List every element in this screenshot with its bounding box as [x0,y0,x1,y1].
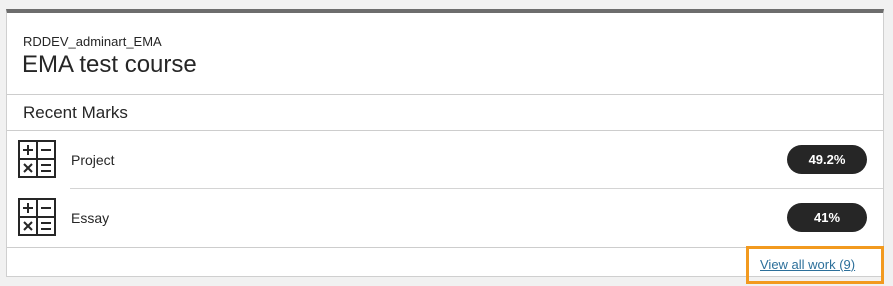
mark-value-badge: 41% [787,203,867,232]
course-header: RDDEV_adminart_EMA EMA test course [7,13,883,95]
calculator-operations-icon [18,198,56,236]
course-title[interactable]: EMA test course [22,51,197,79]
course-id: RDDEV_adminart_EMA [23,34,162,49]
mark-row-project[interactable]: Project 49.2% [7,131,883,189]
recent-marks-list: Project 49.2% Essay 41% [7,131,883,248]
course-card: RDDEV_adminart_EMA EMA test course Recen… [6,9,884,284]
card-footer: View all work (9) [7,246,884,284]
view-all-focus-highlight: View all work (9) [746,246,884,284]
recent-marks-title: Recent Marks [23,103,128,122]
view-all-work-link[interactable]: View all work (9) [760,257,855,272]
mark-item-label: Project [71,152,115,168]
mark-value-badge: 49.2% [787,145,867,174]
recent-marks-header: Recent Marks [7,95,883,131]
mark-row-essay[interactable]: Essay 41% [7,189,883,247]
mark-item-label: Essay [71,210,110,226]
calculator-operations-icon [18,140,56,178]
